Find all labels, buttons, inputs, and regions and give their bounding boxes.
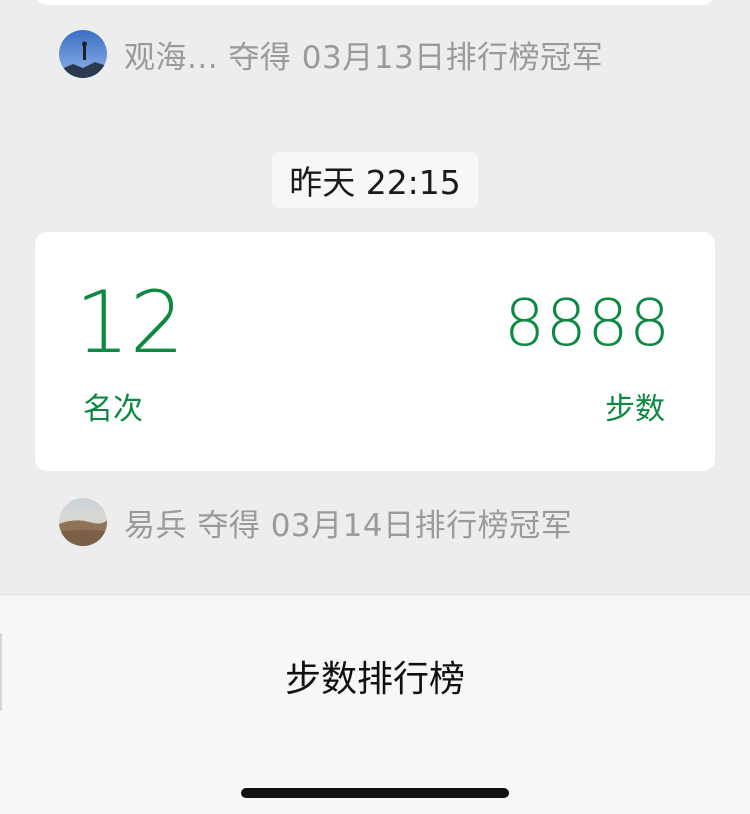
- champion-notice: 观海... 夺得 03月13日排行榜冠军: [59, 29, 603, 79]
- champion-text: 易兵 夺得 03月14日排行榜冠军: [124, 507, 573, 544]
- rank-label: 名次: [83, 392, 143, 427]
- avatar[interactable]: [59, 30, 107, 78]
- bottom-bar: 步数排行榜: [0, 594, 750, 814]
- home-indicator[interactable]: [241, 788, 509, 798]
- message-timestamp: 昨天 22:15: [272, 152, 478, 208]
- steps-label: 步数: [605, 392, 665, 427]
- champion-notice-2: 易兵 夺得 03月14日排行榜冠军: [59, 497, 572, 547]
- ranking-card[interactable]: 12 名次 8888 步数: [35, 232, 715, 471]
- steps-value: 8888: [504, 287, 671, 361]
- champion-text: 观海... 夺得 03月13日排行榜冠军: [124, 39, 604, 76]
- rank-value: 12: [75, 273, 185, 373]
- avatar[interactable]: [59, 498, 107, 546]
- previous-message-card[interactable]: [35, 0, 715, 5]
- leaderboard-button[interactable]: 步数排行榜: [0, 650, 750, 702]
